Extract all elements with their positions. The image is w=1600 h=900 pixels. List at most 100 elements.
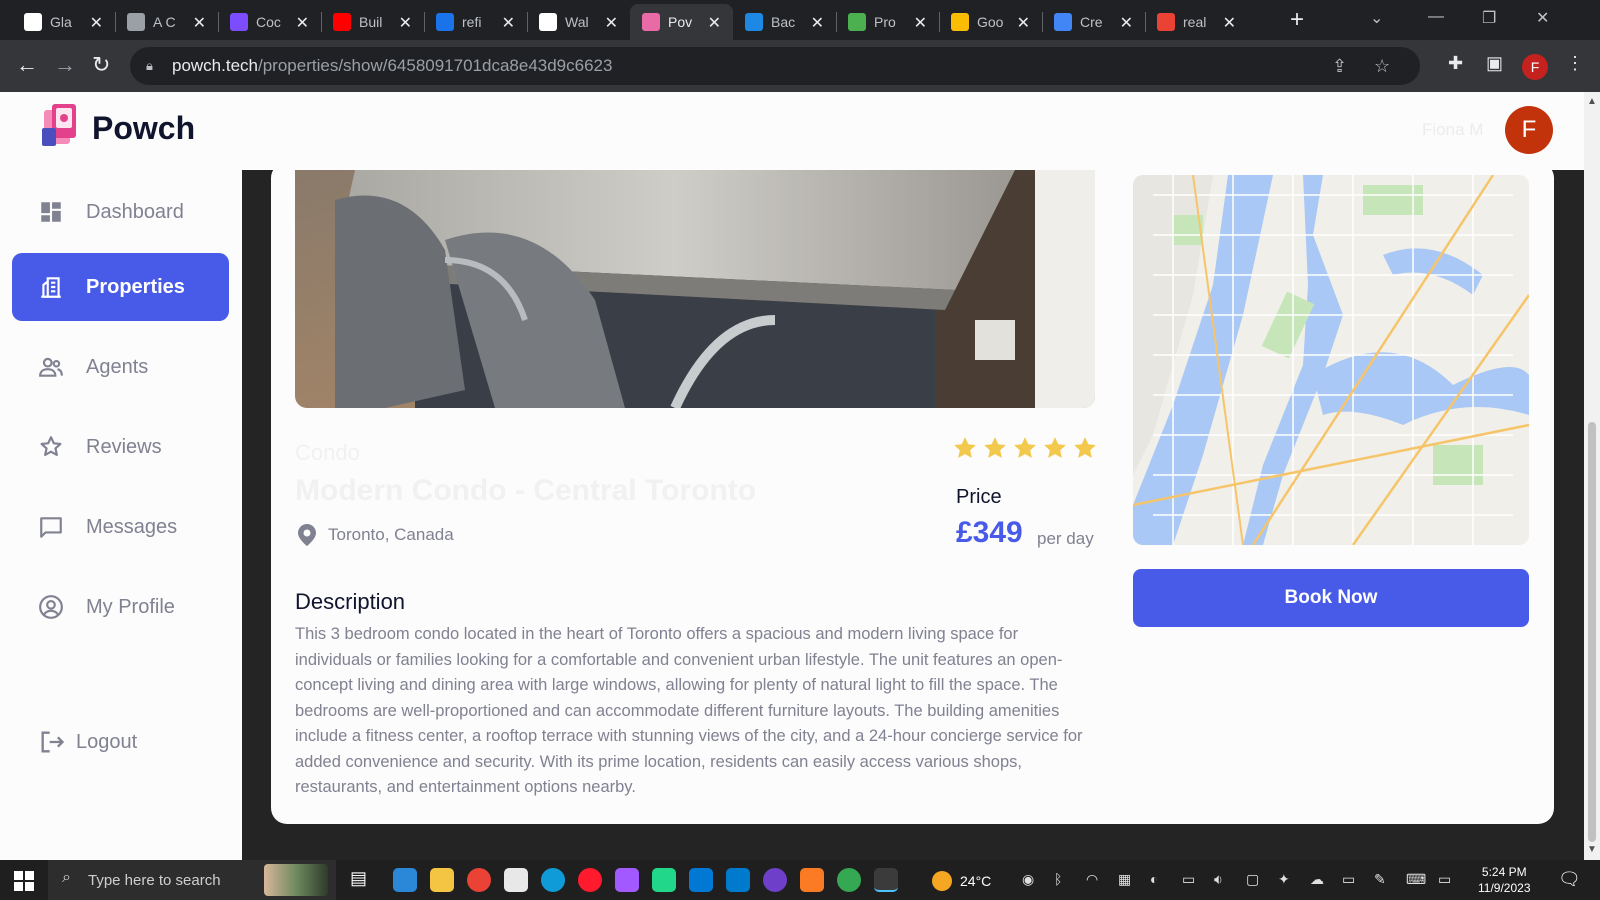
youtube-icon <box>333 13 351 31</box>
display-icon[interactable]: ▭ <box>1342 871 1355 888</box>
location-map[interactable] <box>1133 175 1529 545</box>
tab-close-icon[interactable]: ✕ <box>708 13 721 33</box>
sidebar-item-messages[interactable]: Messages <box>12 493 229 561</box>
tab-close-icon[interactable]: ✕ <box>605 13 618 33</box>
tab-title: Bac <box>771 14 796 30</box>
taskbar-search-box[interactable]: ⌕ Type here to search <box>48 860 336 900</box>
onedrive-icon[interactable]: ☁︎ <box>1310 871 1324 888</box>
xampp-icon[interactable] <box>800 868 824 892</box>
account-circle-icon <box>39 595 63 619</box>
tray-app-icon[interactable]: ◉ <box>1022 871 1034 888</box>
scroll-up-arrow-icon[interactable]: ▲ <box>1587 96 1597 107</box>
tab-separator <box>939 12 940 32</box>
address-bar[interactable]: 🔒︎ powch.tech/properties/show/6458091701… <box>130 47 1420 85</box>
browser-tab[interactable]: Buil ✕ <box>321 4 424 40</box>
tab-search-icon[interactable]: ⌄ <box>1370 8 1383 28</box>
sidebar-item-label: Messages <box>86 515 178 538</box>
browser-tab[interactable]: refi ✕ <box>424 4 527 40</box>
tab-close-icon[interactable]: ✕ <box>399 13 412 33</box>
browser-profile-avatar[interactable]: F <box>1522 54 1548 80</box>
forward-button[interactable]: → <box>54 52 76 78</box>
github-desktop-icon[interactable] <box>763 868 787 892</box>
sidebar-item-my-profile[interactable]: My Profile <box>12 573 229 641</box>
user-avatar[interactable]: F <box>1505 106 1553 154</box>
minimize-button[interactable]: — <box>1428 8 1444 26</box>
browser-tab[interactable]: Goo ✕ <box>939 4 1042 40</box>
keyboard-icon[interactable]: ⌨ <box>1406 871 1426 888</box>
tab-title: Cre <box>1080 14 1103 30</box>
tab-close-icon[interactable]: ✕ <box>193 13 206 33</box>
browser-tab[interactable]: Bac ✕ <box>733 4 836 40</box>
bookmark-star-icon[interactable]: ☆ <box>1374 56 1390 77</box>
sidebar-item-properties[interactable]: Properties <box>12 253 229 321</box>
browser-tab[interactable]: Coc ✕ <box>218 4 321 40</box>
tab-close-icon[interactable]: ✕ <box>90 13 103 33</box>
notification-center-icon[interactable]: 🗨︎ <box>1558 869 1581 890</box>
scroll-thumb[interactable] <box>1588 422 1596 842</box>
pycharm-icon[interactable] <box>652 868 676 892</box>
tray-app3-icon[interactable]: ◐ <box>1150 871 1158 887</box>
input-indicator-icon[interactable]: ▭ <box>1438 871 1451 888</box>
tab-close-icon[interactable]: ✕ <box>914 13 927 33</box>
meet-now-icon[interactable]: ▢ <box>1246 871 1259 888</box>
tab-close-icon[interactable]: ✕ <box>296 13 309 33</box>
pen-icon[interactable]: ✎ <box>1374 871 1386 888</box>
tab-close-icon[interactable]: ✕ <box>1017 13 1030 33</box>
new-tab-button[interactable]: + <box>1290 6 1304 34</box>
mail-icon[interactable] <box>689 868 713 892</box>
network-icon[interactable]: ◠ <box>1086 871 1098 888</box>
browser-menu-icon[interactable]: ⋮ <box>1566 53 1584 74</box>
back-button[interactable]: ← <box>16 52 38 78</box>
lock-icon[interactable]: 🔒︎ <box>146 58 153 74</box>
edge-icon[interactable] <box>541 868 565 892</box>
logout-label: Logout <box>76 730 138 753</box>
reload-button[interactable]: ↻ <box>92 52 110 78</box>
chrome-icon[interactable] <box>467 868 491 892</box>
share-icon[interactable]: ⇪ <box>1332 56 1347 77</box>
windows-start-icon[interactable] <box>14 871 34 891</box>
extensions-icon[interactable]: ✚ <box>1448 53 1463 74</box>
system-clock[interactable]: 5:24 PM 11/9/2023 <box>1478 864 1531 896</box>
scroll-down-arrow-icon[interactable]: ▼ <box>1587 844 1597 855</box>
language-icon[interactable]: ✦ <box>1278 871 1290 888</box>
sidebar-item-dashboard[interactable]: Dashboard <box>12 178 229 246</box>
page-scrollbar[interactable]: ▲ ▼ <box>1584 92 1600 860</box>
logout-button[interactable]: Logout <box>38 728 137 756</box>
tab-close-icon[interactable]: ✕ <box>811 13 824 33</box>
chrome-profile-icon[interactable] <box>837 868 861 892</box>
figma-icon[interactable] <box>615 868 639 892</box>
sidebar-item-agents[interactable]: Agents <box>12 333 229 401</box>
browser-tab[interactable]: real ✕ <box>1145 4 1248 40</box>
weather-widget[interactable]: 24°C <box>932 871 991 891</box>
close-window-button[interactable]: ✕ <box>1536 8 1549 28</box>
star-icon <box>1014 437 1036 458</box>
volume-icon[interactable]: 🔉︎ <box>1214 871 1223 888</box>
notepad-icon[interactable] <box>504 868 528 892</box>
active-app-icon[interactable] <box>874 868 898 892</box>
tab-close-icon[interactable]: ✕ <box>502 13 515 33</box>
browser-tab[interactable]: Pov ✕ <box>630 4 733 40</box>
browser-tab[interactable]: Pro ✕ <box>836 4 939 40</box>
tray-app2-icon[interactable]: ▦ <box>1118 871 1131 888</box>
bluetooth-icon[interactable]: ᛒ <box>1054 871 1062 887</box>
star-outline-icon <box>40 436 62 456</box>
browser-tab[interactable]: A C ✕ <box>115 4 218 40</box>
browser-tab[interactable]: Wal ✕ <box>527 4 630 40</box>
browser-tab[interactable]: Gla ✕ <box>12 4 115 40</box>
restore-button[interactable]: ❐ <box>1482 8 1496 28</box>
logout-icon <box>41 731 65 753</box>
vscode-icon[interactable] <box>726 868 750 892</box>
browser-tab[interactable]: Cre ✕ <box>1042 4 1145 40</box>
side-panel-icon[interactable]: ▣ <box>1486 53 1503 74</box>
sidebar-item-reviews[interactable]: Reviews <box>12 413 229 481</box>
task-view-icon[interactable]: ▤ <box>350 868 374 892</box>
tab-close-icon[interactable]: ✕ <box>1120 13 1133 33</box>
file-explorer-icon[interactable] <box>430 868 454 892</box>
opera-icon[interactable] <box>578 868 602 892</box>
tab-separator <box>1145 12 1146 32</box>
sidebar-item-label: Agents <box>86 355 149 378</box>
book-now-button[interactable]: Book Now <box>1133 569 1529 627</box>
microsoft-store-icon[interactable] <box>393 868 417 892</box>
tab-close-icon[interactable]: ✕ <box>1223 13 1236 33</box>
battery-icon[interactable]: ▭ <box>1182 871 1195 888</box>
